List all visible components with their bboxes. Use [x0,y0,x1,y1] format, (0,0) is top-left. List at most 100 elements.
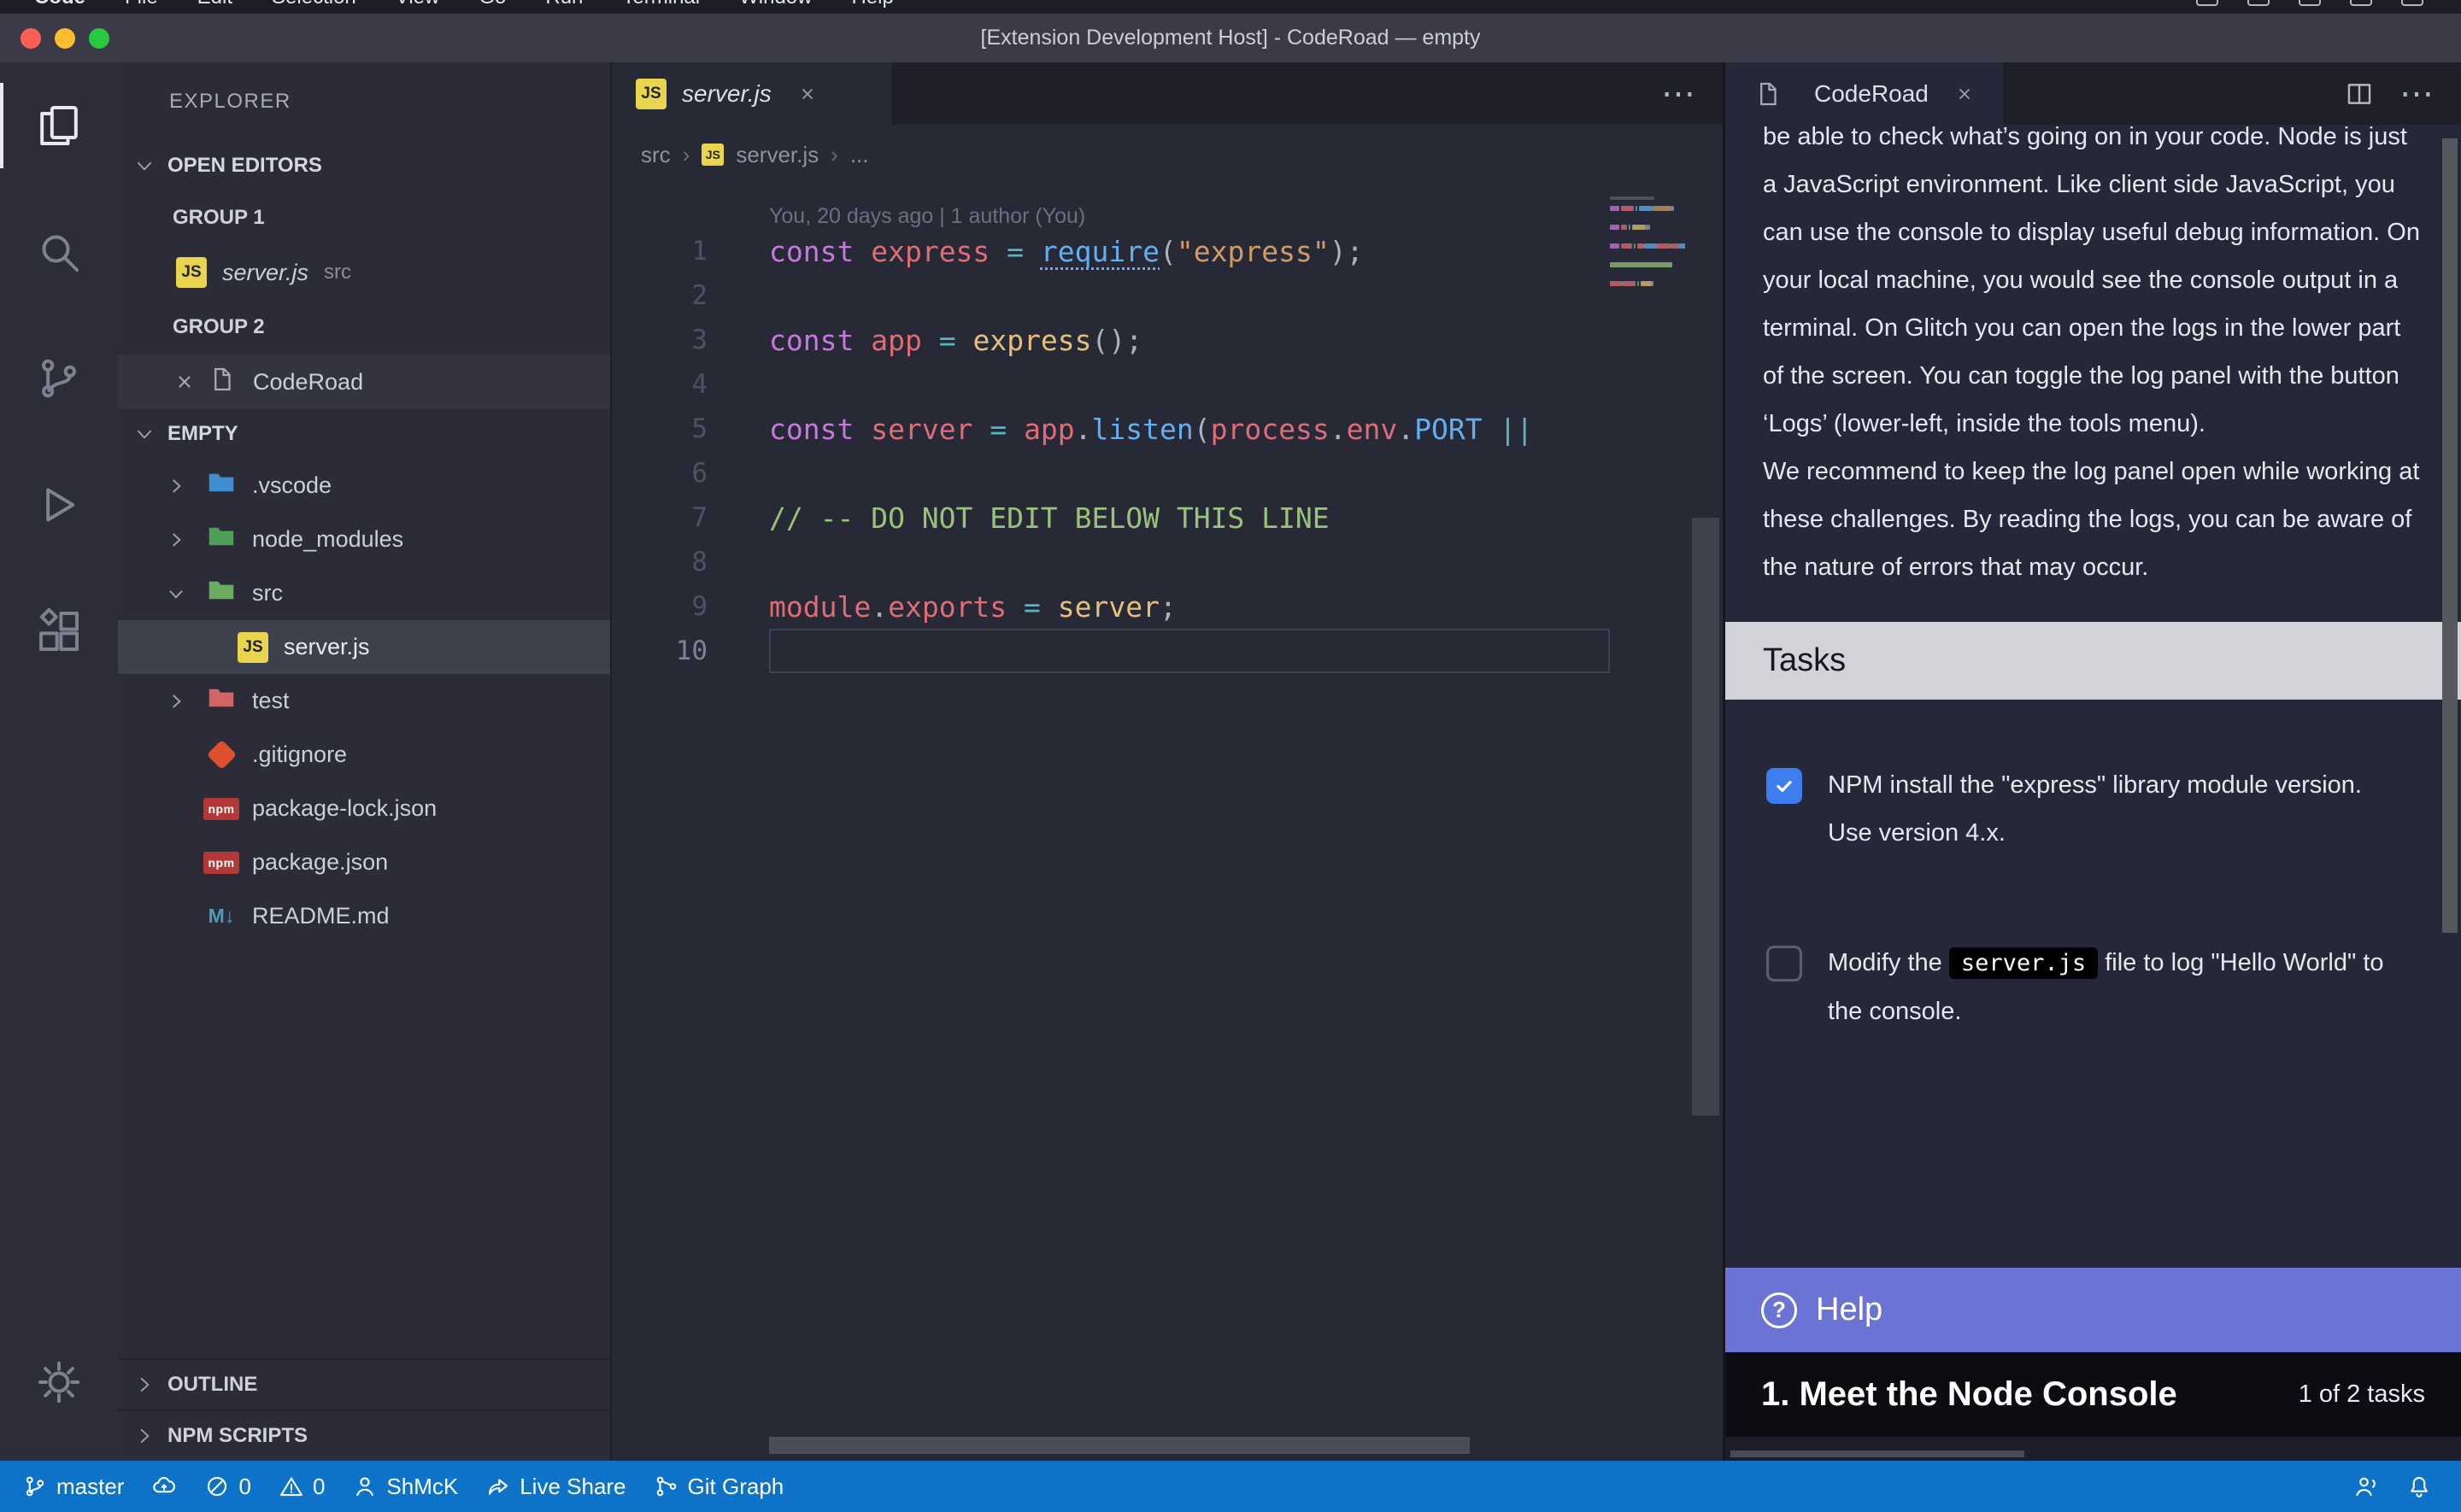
breadcrumb-segment[interactable]: src [641,142,671,168]
status-item-bell[interactable] [2393,1461,2446,1512]
tab-coderoad[interactable]: CodeRoad [1725,62,2006,125]
project-section-header[interactable]: EMPTY [118,409,610,459]
menu-item-window[interactable]: Window [739,0,812,9]
code-token [1007,413,1024,446]
webview-vertical-scrollbar[interactable] [2442,138,2458,933]
code-line-4[interactable]: 4 [612,362,1610,407]
zoom-window-button[interactable] [89,28,109,49]
vertical-scrollbar[interactable] [1692,518,1719,1116]
activity-item-source-control[interactable] [0,315,118,442]
titlebar[interactable]: [Extension Development Host] - CodeRoad … [0,14,2461,62]
menu-item-edit[interactable]: Edit [197,0,232,9]
breadcrumb-segment[interactable]: ... [850,142,869,168]
tree-item-server-js[interactable]: JSserver.js [118,620,610,674]
horizontal-scrollbar[interactable] [769,1437,1470,1454]
tab-server-js[interactable]: JS server.js [612,62,894,125]
close-tab-button[interactable] [1949,79,1980,109]
code-token: process [1211,413,1330,446]
chevron-right-icon [133,1425,156,1447]
split-editor-icon[interactable] [2345,79,2374,108]
status-item-0[interactable]: 0 [191,1461,264,1512]
codelens-annotation[interactable]: You, 20 days ago | 1 author (You) [612,188,1610,229]
status-item-live-share[interactable]: Live Share [472,1461,639,1512]
code-line-1[interactable]: 1const express = require("express"); [612,229,1610,273]
tree-item-node-modules[interactable]: node_modules [118,513,610,566]
code-line-8[interactable]: 8 [612,540,1610,584]
code-line-7[interactable]: 7// -- DO NOT EDIT BELOW THIS LINE [612,495,1610,540]
menubar-status-icon[interactable] [2247,0,2270,6]
task-checkbox-checked[interactable] [1766,768,1802,804]
coderoad-tabbar: CodeRoad ⋯ [1725,62,2461,125]
tree-item-test[interactable]: test [118,674,610,728]
menubar-status-icon[interactable] [2196,0,2218,6]
activity-item-settings[interactable] [0,1319,118,1445]
line-content: // -- DO NOT EDIT BELOW THIS LINE [769,495,1610,540]
menu-item-run[interactable]: Run [545,0,583,9]
menu-item-code[interactable]: Code [34,0,85,9]
menu-item-selection[interactable]: Selection [272,0,356,9]
status-item-master[interactable]: master [9,1461,138,1512]
code-token: const [769,324,854,357]
vscode-window: Code File Edit Selection View Go Run Terminal Wi… [0,0,2461,1512]
more-actions-button[interactable]: ⋯ [2399,77,2435,111]
menubar-status-icon[interactable] [2299,0,2321,6]
activity-item-explorer[interactable] [0,62,118,189]
tree-item-package-lock-json[interactable]: npmpackage-lock.json [118,782,610,835]
open-editor-item-coderoad[interactable]: CodeRoad [118,355,610,409]
tree-item-package-json[interactable]: npmpackage.json [118,835,610,889]
tree-item--gitignore[interactable]: .gitignore [118,728,610,782]
status-item-person-voice[interactable] [2340,1461,2393,1512]
breadcrumb[interactable]: src›JSserver.js›... [612,125,1723,185]
tree-item-label: .vscode [252,472,332,499]
minimap[interactable] [1610,196,1685,300]
activity-item-search[interactable] [0,189,118,315]
help-button[interactable]: ? Help [1725,1268,2461,1352]
webview-horizontal-scrollbar[interactable] [1730,1450,2024,1457]
file-icon [208,365,237,400]
minimize-window-button[interactable] [55,28,75,49]
open-editors-group-label: GROUP 2 [118,300,610,355]
status-item-cloud-upload[interactable] [138,1461,191,1512]
close-editor-icon[interactable] [166,363,203,401]
code-line-5[interactable]: 5const server = app.listen(process.env.P… [612,407,1610,451]
activity-item-extensions[interactable] [0,568,118,694]
menu-item-go[interactable]: Go [479,0,506,9]
minimap-line [1610,215,1685,220]
code-editor[interactable]: You, 20 days ago | 1 author (You) 1const… [612,185,1723,1461]
more-actions-button[interactable]: ⋯ [1661,77,1697,111]
menubar-status-icon[interactable] [2350,0,2372,6]
code-token: = [1007,235,1024,268]
tree-item-src[interactable]: src [118,566,610,620]
status-item-git-graph[interactable]: Git Graph [640,1461,798,1512]
folder-vscode-folder-icon [205,466,238,505]
status-item-shmck[interactable]: ShMcK [338,1461,472,1512]
menu-item-view[interactable]: View [396,0,440,9]
code-token: express [972,324,1091,357]
code-line-6[interactable]: 6 [612,451,1610,495]
open-editor-item-server-js[interactable]: JSserver.jssrc [118,245,610,300]
menu-item-terminal[interactable]: Terminal [622,0,700,9]
open-editors-section-header[interactable]: OPEN EDITORS [118,141,610,190]
task-checkbox-unchecked[interactable] [1766,946,1802,982]
code-line-3[interactable]: 3const app = express(); [612,318,1610,362]
code-line-10[interactable]: 10 [612,629,1610,673]
code-line-9[interactable]: 9module.exports = server; [612,584,1610,629]
section-npm-scripts[interactable]: NPM SCRIPTS [118,1409,610,1461]
status-item-0[interactable]: 0 [265,1461,338,1512]
menubar-status-icon[interactable] [2401,0,2423,6]
tree-item-readme-md[interactable]: M↓README.md [118,889,610,943]
minimap-line [1610,290,1685,296]
menu-item-help[interactable]: Help [851,0,893,9]
activity-item-run-debug[interactable] [0,442,118,568]
close-tab-button[interactable] [792,79,823,109]
minimap-segment [1621,225,1627,230]
section-outline[interactable]: OUTLINE [118,1358,610,1409]
breadcrumb-segment[interactable]: server.js [736,142,819,168]
git-icon [203,738,240,772]
code-line-2[interactable]: 2 [612,273,1610,318]
section-label: OUTLINE [167,1373,257,1397]
tree-item--vscode[interactable]: .vscode [118,459,610,513]
close-window-button[interactable] [21,28,41,49]
menu-item-file[interactable]: File [125,0,158,9]
cloud-upload-icon [151,1474,177,1499]
